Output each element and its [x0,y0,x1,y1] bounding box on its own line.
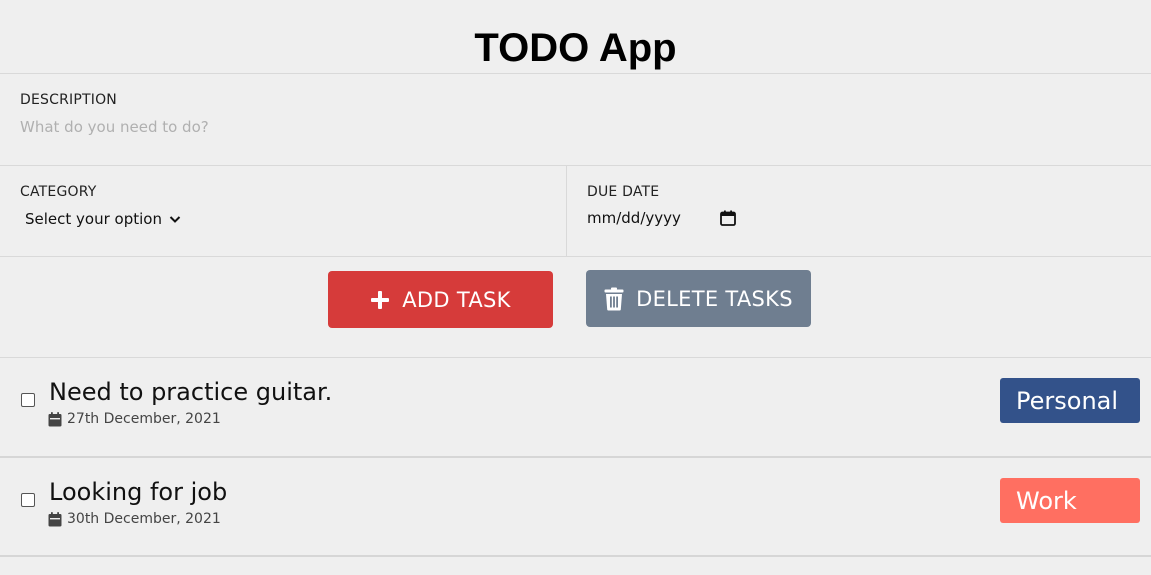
task-item: Need to practice guitar. 27th December, … [0,358,1151,458]
due-date-value: mm/dd/yyyy [587,209,681,227]
chevron-down-icon [169,216,181,223]
task-text: Need to practice guitar. [49,378,333,406]
delete-tasks-button[interactable]: DELETE TASKS [586,270,811,327]
category-section: CATEGORY Select your option [0,166,567,256]
add-task-label: ADD TASK [402,287,511,312]
due-date-label: DUE DATE [587,184,660,200]
task-date-text: 27th December, 2021 [67,411,221,427]
description-label: DESCRIPTION [20,92,117,108]
delete-tasks-label: DELETE TASKS [636,286,793,311]
add-task-button[interactable]: ADD TASK [328,271,553,328]
todo-app: TODO App DESCRIPTION CATEGORY Select you… [0,0,1151,575]
action-buttons: ADD TASK DELETE TASKS [0,257,1151,358]
category-badge: Work [1000,478,1140,523]
category-select[interactable]: Select your option [20,209,182,229]
description-section: DESCRIPTION [0,74,1151,166]
plus-icon [371,290,390,309]
meta-section: CATEGORY Select your option DUE DATE mm/… [0,166,1151,257]
task-date-text: 30th December, 2021 [67,511,221,527]
trash-icon [604,287,624,310]
task-item: Looking for job 30th December, 2021 Work [0,458,1151,557]
task-text: Looking for job [49,478,228,506]
due-date-section: DUE DATE mm/dd/yyyy [567,166,1151,256]
description-input[interactable] [20,117,620,137]
due-date-input[interactable]: mm/dd/yyyy [587,208,737,228]
calendar-icon[interactable] [719,209,737,227]
calendar-icon [48,411,62,426]
task-date: 27th December, 2021 [48,411,221,427]
calendar-icon [48,511,62,526]
category-badge: Personal [1000,378,1140,423]
task-checkbox[interactable] [21,493,35,507]
category-selected-value: Select your option [25,210,162,228]
page-title: TODO App [0,0,1151,74]
task-checkbox[interactable] [21,393,35,407]
category-label: CATEGORY [20,184,97,200]
task-date: 30th December, 2021 [48,511,221,527]
